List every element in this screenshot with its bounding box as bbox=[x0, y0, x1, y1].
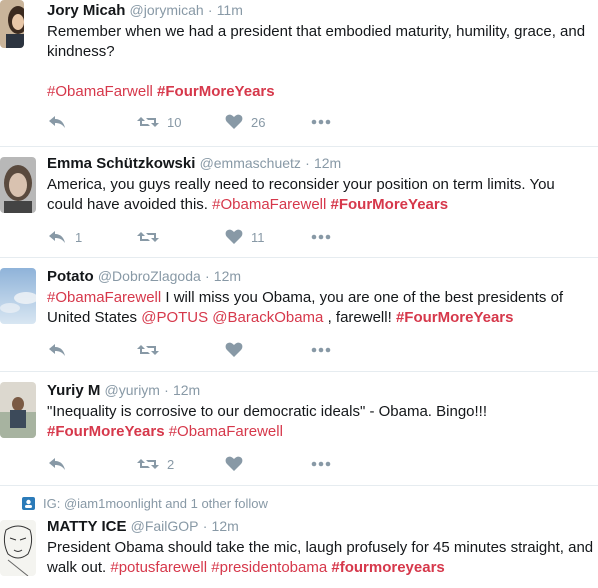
timestamp[interactable]: 12m bbox=[173, 382, 200, 398]
tweet-feed: Jory Micah @jorymicah · 11m Remember whe… bbox=[0, 0, 598, 588]
avatar[interactable] bbox=[0, 0, 24, 48]
heart-icon bbox=[225, 342, 243, 357]
tweet-body: , farewell! bbox=[323, 309, 396, 326]
author-name[interactable]: Jory Micah bbox=[47, 2, 125, 19]
like-button[interactable]: 11 bbox=[225, 229, 311, 245]
hashtag-link[interactable]: #ObamaFarewell bbox=[212, 196, 326, 213]
social-context-text: IG: @iam1moonlight and 1 other follow bbox=[43, 496, 268, 511]
more-dots-icon bbox=[311, 347, 331, 353]
reply-button[interactable] bbox=[47, 456, 137, 472]
retweet-icon bbox=[137, 345, 159, 355]
retweet-button[interactable]: 10 bbox=[137, 114, 225, 130]
hashtag-link[interactable]: #ObamaFarewell bbox=[47, 289, 161, 306]
tweet-text: Remember when we had a president that em… bbox=[47, 22, 594, 102]
more-button[interactable] bbox=[311, 347, 341, 353]
retweet-icon bbox=[137, 232, 159, 242]
author-name[interactable]: Yuriy M bbox=[47, 382, 100, 399]
social-context: IG: @iam1moonlight and 1 other follow bbox=[22, 496, 268, 511]
author-handle[interactable]: @yuriym bbox=[105, 382, 160, 398]
author-handle[interactable]: @DobroZlagoda bbox=[98, 268, 201, 284]
tweet-text: "Inequality is corrosive to our democrat… bbox=[47, 402, 594, 442]
reply-count: 1 bbox=[75, 229, 83, 245]
retweet-count: 2 bbox=[167, 456, 175, 472]
author-handle[interactable]: @jorymicah bbox=[130, 2, 204, 18]
reply-button[interactable] bbox=[47, 114, 137, 130]
more-button[interactable] bbox=[311, 461, 341, 467]
like-count: 11 bbox=[251, 229, 265, 245]
avatar[interactable] bbox=[0, 382, 36, 438]
hashtag-link[interactable]: #ObamaFarewell bbox=[169, 423, 283, 440]
separator-dot: · bbox=[164, 382, 169, 398]
hashtag-link[interactable]: #fourmoreyears bbox=[331, 559, 444, 576]
retweet-button[interactable] bbox=[137, 229, 225, 245]
reply-icon bbox=[49, 116, 65, 128]
tweet-body: Remember when we had a president that em… bbox=[47, 23, 586, 60]
heart-icon bbox=[225, 114, 243, 129]
person-icon bbox=[22, 497, 35, 510]
separator-dot: · bbox=[305, 155, 310, 171]
avatar[interactable] bbox=[0, 520, 36, 576]
hashtag-link[interactable]: #potusfarewell bbox=[110, 559, 207, 576]
tweet[interactable]: Potato @DobroZlagoda · 12m #ObamaFarewel… bbox=[0, 258, 598, 372]
hashtag-link[interactable]: #ObamaFarwell bbox=[47, 83, 153, 100]
hashtag-link[interactable]: #FourMoreYears bbox=[157, 83, 275, 100]
retweet-button[interactable] bbox=[137, 342, 225, 358]
heart-icon bbox=[225, 229, 243, 244]
more-dots-icon bbox=[311, 461, 331, 467]
hashtag-link[interactable]: #FourMoreYears bbox=[331, 196, 449, 213]
like-button[interactable]: 26 bbox=[225, 114, 311, 130]
timestamp[interactable]: 12m bbox=[212, 518, 239, 534]
separator-dot: · bbox=[202, 518, 208, 534]
more-button[interactable] bbox=[311, 119, 341, 125]
reply-icon bbox=[49, 231, 65, 243]
timestamp[interactable]: 12m bbox=[314, 155, 341, 171]
timestamp[interactable]: 12m bbox=[214, 268, 241, 284]
hashtag-link[interactable]: #FourMoreYears bbox=[47, 423, 165, 440]
author-name[interactable]: Potato bbox=[47, 268, 94, 285]
like-count: 26 bbox=[251, 114, 266, 130]
separator-dot: · bbox=[207, 2, 213, 18]
reply-button[interactable] bbox=[47, 342, 137, 358]
like-button[interactable] bbox=[225, 342, 311, 358]
reply-button[interactable]: 1 bbox=[47, 229, 137, 245]
retweet-count: 10 bbox=[167, 114, 182, 130]
tweet[interactable]: Jory Micah @jorymicah · 11m Remember whe… bbox=[0, 0, 598, 147]
heart-icon bbox=[225, 456, 243, 471]
tweet-body: "Inequality is corrosive to our democrat… bbox=[47, 403, 488, 420]
retweet-icon bbox=[137, 459, 159, 469]
reply-icon bbox=[49, 458, 65, 470]
hashtag-link[interactable]: #presidentobama bbox=[211, 559, 327, 576]
retweet-button[interactable]: 2 bbox=[137, 456, 225, 472]
avatar[interactable] bbox=[0, 157, 36, 213]
more-dots-icon bbox=[311, 234, 331, 240]
more-button[interactable] bbox=[311, 234, 341, 240]
hashtag-link[interactable]: #FourMoreYears bbox=[396, 309, 514, 326]
tweet-text: America, you guys really need to reconsi… bbox=[47, 175, 594, 215]
author-name[interactable]: Emma Schützkowski bbox=[47, 155, 195, 172]
author-handle[interactable]: @emmaschuetz bbox=[200, 155, 301, 171]
mention-link[interactable]: @POTUS bbox=[141, 309, 208, 326]
tweet-text: #ObamaFarewell I will miss you Obama, yo… bbox=[47, 288, 594, 328]
like-button[interactable] bbox=[225, 456, 311, 472]
mention-link[interactable]: @BarackObama bbox=[212, 309, 323, 326]
tweet-text: President Obama should take the mic, lau… bbox=[47, 538, 594, 578]
reply-icon bbox=[49, 344, 65, 356]
retweet-icon bbox=[137, 117, 159, 127]
more-dots-icon bbox=[311, 119, 331, 125]
timestamp[interactable]: 11m bbox=[217, 2, 243, 18]
tweet[interactable]: IG: @iam1moonlight and 1 other follow MA… bbox=[0, 486, 598, 588]
separator-dot: · bbox=[204, 268, 210, 284]
tweet[interactable]: Emma Schützkowski @emmaschuetz · 12m Ame… bbox=[0, 147, 598, 258]
author-handle[interactable]: @FailGOP bbox=[131, 518, 199, 534]
avatar[interactable] bbox=[0, 268, 36, 324]
author-name[interactable]: MATTY ICE bbox=[47, 518, 126, 535]
tweet[interactable]: Yuriy M @yuriym · 12m "Inequality is cor… bbox=[0, 372, 598, 486]
